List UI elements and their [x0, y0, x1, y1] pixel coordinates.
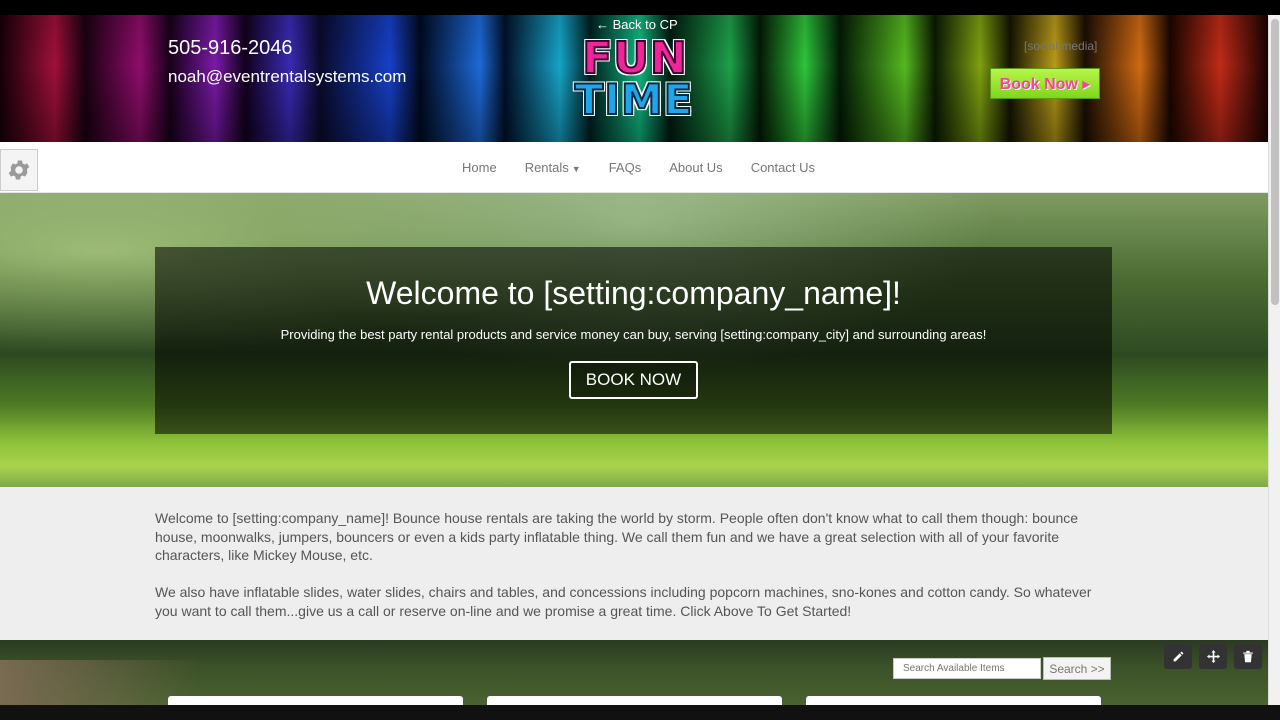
- trash-icon: [1243, 650, 1253, 663]
- nav-faqs[interactable]: FAQs: [595, 160, 656, 175]
- nav-contact-us[interactable]: Contact Us: [737, 160, 829, 175]
- nav-about-us[interactable]: About Us: [655, 160, 736, 175]
- gear-icon: [8, 160, 30, 180]
- scrollbar-thumb[interactable]: [1271, 19, 1279, 305]
- hero-overlay: Welcome to [setting:company_name]! Provi…: [155, 247, 1112, 434]
- vertical-scrollbar[interactable]: [1268, 15, 1280, 705]
- nav-rentals[interactable]: Rentals ▼: [511, 160, 595, 175]
- pencil-icon: [1173, 651, 1183, 662]
- hero-banner: Welcome to [setting:company_name]! Provi…: [0, 193, 1268, 487]
- screen-bottom-border: [0, 705, 1280, 720]
- intro-paragraph-1: Welcome to [setting:company_name]! Bounc…: [155, 510, 1079, 563]
- intro-paragraph-2: We also have inflatable slides, water sl…: [155, 584, 1092, 619]
- nav-links: Home Rentals ▼ FAQs About Us Contact Us: [448, 142, 829, 193]
- rental-card[interactable]: [806, 696, 1101, 705]
- move-icon: [1206, 650, 1220, 663]
- main-navbar: Home Rentals ▼ FAQs About Us Contact Us: [0, 142, 1268, 193]
- search-input[interactable]: [893, 658, 1041, 679]
- settings-button[interactable]: [0, 149, 38, 191]
- rentals-section: Search >>: [0, 640, 1268, 705]
- rental-card[interactable]: [168, 696, 463, 705]
- delete-button[interactable]: [1234, 644, 1262, 669]
- hero-title: Welcome to [setting:company_name]!: [366, 275, 901, 311]
- fun-time-logo[interactable]: FUN TIME: [560, 32, 708, 125]
- move-button[interactable]: [1199, 644, 1227, 669]
- intro-section: Welcome to [setting:company_name]! Bounc…: [0, 487, 1268, 640]
- book-now-button[interactable]: Book Now ▸: [990, 68, 1100, 99]
- email-address[interactable]: noah@eventrentalsystems.com: [168, 67, 406, 87]
- webpage: 505-916-2046 noah@eventrentalsystems.com…: [0, 15, 1268, 705]
- site-header: 505-916-2046 noah@eventrentalsystems.com…: [0, 15, 1268, 142]
- social-media-placeholder: [social media]: [1024, 39, 1098, 53]
- nav-rentals-label: Rentals: [524, 160, 569, 175]
- caret-down-icon: ▼: [571, 164, 581, 174]
- phone-number[interactable]: 505-916-2046: [168, 37, 293, 60]
- rental-card[interactable]: [487, 696, 782, 705]
- logo-text-time: TIME: [574, 74, 694, 125]
- edit-button[interactable]: [1164, 644, 1192, 669]
- hero-subtitle: Providing the best party rental products…: [280, 327, 987, 342]
- search-button[interactable]: Search >>: [1043, 657, 1111, 680]
- hero-book-now-button[interactable]: BOOK NOW: [569, 361, 698, 399]
- nav-home[interactable]: Home: [448, 160, 511, 175]
- back-to-cp-link[interactable]: ← Back to CP: [596, 17, 678, 32]
- screen-top-border: [0, 0, 1280, 15]
